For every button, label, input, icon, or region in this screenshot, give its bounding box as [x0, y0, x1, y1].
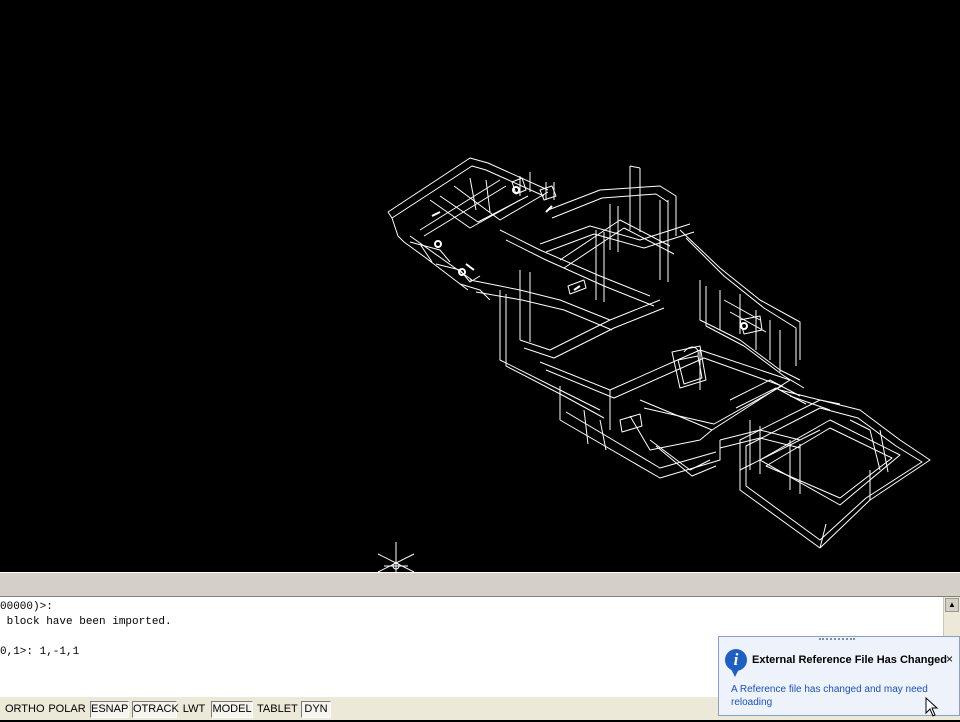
command-prompt-line[interactable]: 0,1>: 1,-1,1: [0, 645, 79, 659]
command-history-line: 00000)>:: [0, 601, 53, 613]
viewport-command-splitter[interactable]: [0, 572, 960, 596]
command-history-line: block have been imported.: [0, 616, 172, 628]
lwt-toggle[interactable]: LWT: [180, 701, 208, 718]
polar-toggle[interactable]: POLAR: [47, 701, 87, 718]
scroll-up-button[interactable]: ▲: [945, 598, 959, 612]
notification-title: External Reference File Has Changed: [752, 654, 948, 666]
dyn-toggle[interactable]: DYN: [301, 701, 331, 718]
close-icon[interactable]: ×: [946, 652, 953, 666]
esnap-toggle[interactable]: ESNAP: [90, 701, 129, 718]
drawing-viewport[interactable]: [0, 0, 960, 572]
xref-changed-notification[interactable]: i External Reference File Has Changed × …: [718, 636, 960, 716]
wireframe-chassis-drawing: [377, 157, 931, 572]
ortho-toggle[interactable]: ORTHO: [4, 701, 45, 718]
tablet-toggle[interactable]: TABLET: [256, 701, 298, 718]
info-icon: i: [725, 649, 747, 671]
otrack-toggle[interactable]: OTRACK: [132, 701, 179, 718]
ucs-crosshair-icon: [377, 542, 415, 572]
model-toggle[interactable]: MODEL: [211, 701, 253, 718]
notification-grip[interactable]: [819, 638, 855, 644]
notification-reload-link[interactable]: A Reference file has changed and may nee…: [731, 683, 941, 709]
info-icon-tail: [731, 669, 739, 677]
